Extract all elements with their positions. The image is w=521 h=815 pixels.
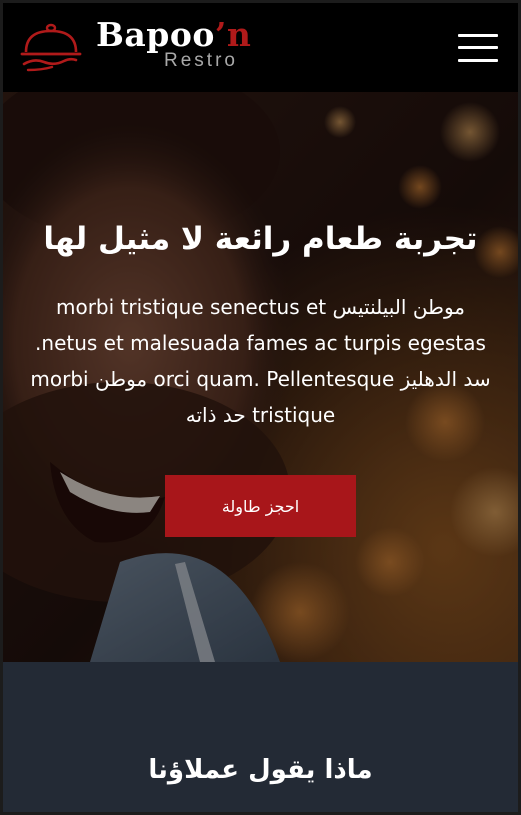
brand-tagline: Restro (164, 50, 238, 71)
hero-description: موطن البيلنتيس morbi tristique senectus … (30, 295, 491, 427)
book-table-button[interactable]: احجز طاولة (165, 475, 356, 537)
site-header: Bapoo’n Restro (0, 0, 521, 92)
hamburger-menu-button[interactable] (458, 32, 498, 64)
hero-title: تجربة طعام رائعة لا مثيل لها (43, 221, 478, 257)
hero-section: تجربة طعام رائعة لا مثيل لها موطن البيلن… (0, 92, 521, 662)
site-logo[interactable]: Bapoo’n Restro (20, 17, 251, 74)
testimonials-section: ماذا يقول عملاؤنا (0, 662, 521, 815)
cloche-icon (20, 23, 82, 72)
brand-name: Bapoo’n (96, 15, 252, 54)
hero-content: تجربة طعام رائعة لا مثيل لها موطن البيلن… (0, 92, 521, 662)
testimonials-title: ماذا يقول عملاؤنا (148, 755, 373, 785)
brand-wordmark: Bapoo’n Restro (96, 17, 251, 71)
